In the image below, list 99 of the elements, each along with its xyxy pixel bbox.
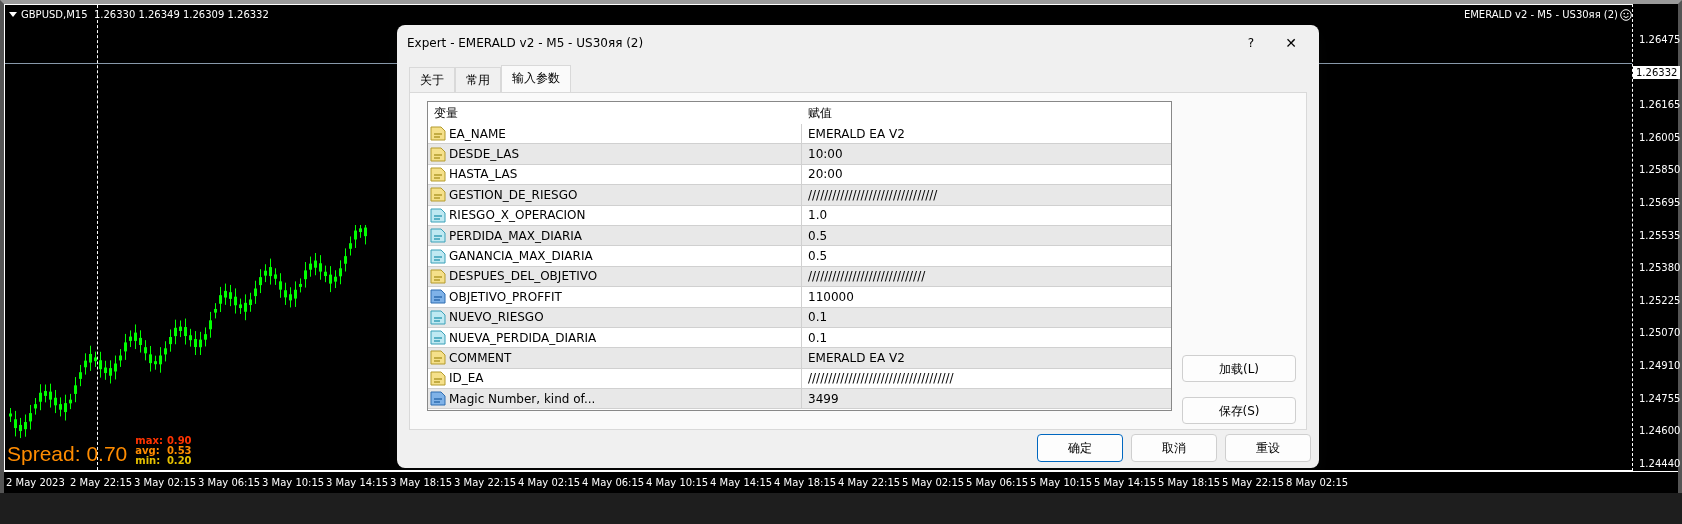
parameter-name[interactable]: ID_EA (449, 369, 484, 388)
tab[interactable]: 关于 (409, 67, 455, 92)
time-tick: 5 May 10:15 (1030, 476, 1094, 490)
window-title: Expert - EMERALD v2 - M5 - US30яя (2) (407, 35, 645, 52)
price-tick: 1.24440 (1639, 457, 1681, 470)
string-type-icon (430, 187, 446, 203)
time-tick: 5 May 22:15 (1222, 476, 1286, 490)
close-button[interactable]: ✕ (1271, 32, 1311, 54)
parameter-value[interactable]: 20:00 (802, 165, 843, 184)
double-type-icon (430, 309, 446, 325)
price-tick: 1.24755 (1639, 392, 1681, 405)
parameter-name[interactable]: HASTA_LAS (449, 165, 518, 184)
price-tick: 1.24600 (1639, 425, 1681, 438)
parameter-value[interactable]: //////////////////////////////// (802, 185, 938, 204)
parameter-name[interactable]: COMMENT (449, 349, 512, 367)
parameter-value[interactable]: 10:00 (802, 145, 843, 164)
time-tick: 5 May 14:15 (1094, 476, 1158, 490)
stat-label: avg: (135, 446, 161, 456)
time-tick: 4 May 18:15 (774, 476, 838, 490)
time-tick: 3 May 02:15 (134, 476, 198, 490)
stat-label: max: (135, 436, 163, 446)
current-price-tag: 1.26332 (1633, 66, 1681, 79)
price-tick: 1.25225 (1639, 294, 1681, 307)
parameter-value[interactable]: 110000 (802, 287, 854, 306)
time-tick: 5 May 02:15 (902, 476, 966, 490)
time-tick: 2 May 2023 (6, 476, 66, 490)
parameter-name[interactable]: OBJETIVO_PROFFIT (449, 287, 562, 306)
parameter-name[interactable]: GESTION_DE_RIESGO (449, 185, 578, 204)
time-tick: 3 May 06:15 (198, 476, 262, 490)
time-tick: 5 May 06:15 (966, 476, 1030, 490)
time-tick: 3 May 22:15 (454, 476, 518, 490)
time-tick: 3 May 14:15 (326, 476, 390, 490)
side-button[interactable]: 保存(S) (1182, 397, 1296, 424)
price-tick: 1.25380 (1639, 262, 1681, 275)
time-tick: 3 May 18:15 (390, 476, 454, 490)
parameter-value[interactable]: 0.5 (802, 247, 828, 266)
column-header: 变量 (433, 105, 459, 122)
price-tick: 1.25850 (1639, 164, 1681, 177)
dropdown-triangle-icon[interactable] (9, 11, 17, 18)
dialog-button[interactable]: 取消 (1131, 434, 1217, 462)
parameter-name[interactable]: PERDIDA_MAX_DIARIA (449, 226, 583, 245)
double-type-icon (430, 207, 446, 223)
dialog-button[interactable]: 确定 (1037, 434, 1123, 462)
time-tick: 2 May 22:15 (70, 476, 134, 490)
time-tick: 5 May 18:15 (1158, 476, 1222, 490)
time-tick: 4 May 14:15 (710, 476, 774, 490)
expert-name-label: EMERALD v2 - M5 - US30яя (2) (1463, 8, 1618, 22)
parameter-name[interactable]: DESDE_LAS (449, 145, 520, 164)
time-tick: 4 May 02:15 (518, 476, 582, 490)
parameter-name[interactable]: EA_NAME (449, 124, 506, 143)
string-type-icon (430, 268, 446, 284)
parameter-value[interactable]: //////////////////////////////////// (802, 369, 954, 388)
parameter-value[interactable]: EMERALD EA V2 (802, 124, 905, 143)
tab[interactable]: 常用 (455, 67, 501, 92)
time-tick: 8 May 02:15 (1286, 476, 1350, 490)
price-tick: 1.24910 (1639, 360, 1681, 372)
int-type-icon (430, 391, 446, 407)
parameter-value[interactable]: ///////////////////////////// (802, 267, 926, 286)
parameter-value[interactable]: 0.1 (802, 308, 828, 327)
string-type-icon (430, 166, 446, 182)
side-button[interactable]: 加载(L) (1182, 355, 1296, 382)
price-tick: 1.26475 (1639, 34, 1681, 46)
price-tick: 1.25695 (1639, 197, 1681, 209)
time-tick: 3 May 10:15 (262, 476, 326, 490)
parameter-name[interactable]: NUEVA_PERDIDA_DIARIA (449, 328, 597, 347)
time-tick: 4 May 22:15 (838, 476, 902, 490)
int-type-icon (430, 289, 446, 305)
double-type-icon (430, 248, 446, 264)
stat-value: 0.20 (166, 456, 192, 466)
price-tick: 1.25070 (1639, 327, 1681, 340)
string-type-icon (430, 370, 446, 386)
parameter-value[interactable]: 1.0 (802, 206, 828, 225)
double-type-icon (430, 228, 446, 244)
column-header: 赋值 (807, 105, 832, 122)
price-tick: 1.26165 (1639, 99, 1681, 112)
spread-readout: Spread: 0.70 (7, 442, 128, 466)
parameter-value[interactable]: 0.1 (802, 328, 828, 347)
parameter-name[interactable]: Magic Number, kind of... (449, 389, 596, 408)
stat-value: 0.53 (166, 446, 192, 456)
time-tick: 4 May 06:15 (582, 476, 646, 490)
stat-value: 0.90 (166, 436, 192, 446)
price-tick: 1.26005 (1639, 131, 1681, 144)
dialog-button[interactable]: 重设 (1225, 434, 1311, 462)
price-tick: 1.25535 (1639, 229, 1681, 242)
parameter-name[interactable]: GANANCIA_MAX_DIARIA (449, 247, 593, 266)
parameter-value[interactable]: EMERALD EA V2 (802, 349, 905, 367)
parameter-name[interactable]: DESPUES_DEL_OBJETIVO (449, 267, 598, 286)
help-button[interactable]: ? (1231, 34, 1271, 52)
time-tick: 4 May 10:15 (646, 476, 710, 490)
parameter-name[interactable]: NUEVO_RIESGO (449, 308, 544, 327)
string-type-icon (430, 350, 446, 366)
string-type-icon (430, 126, 446, 142)
parameter-name[interactable]: RIESGO_X_OPERACION (449, 206, 586, 225)
tab[interactable]: 输入参数 (501, 65, 571, 92)
stat-label: min: (135, 456, 162, 466)
string-type-icon (430, 146, 446, 162)
parameter-value[interactable]: 3499 (802, 389, 839, 408)
double-type-icon (430, 330, 446, 346)
parameter-value[interactable]: 0.5 (802, 226, 828, 245)
